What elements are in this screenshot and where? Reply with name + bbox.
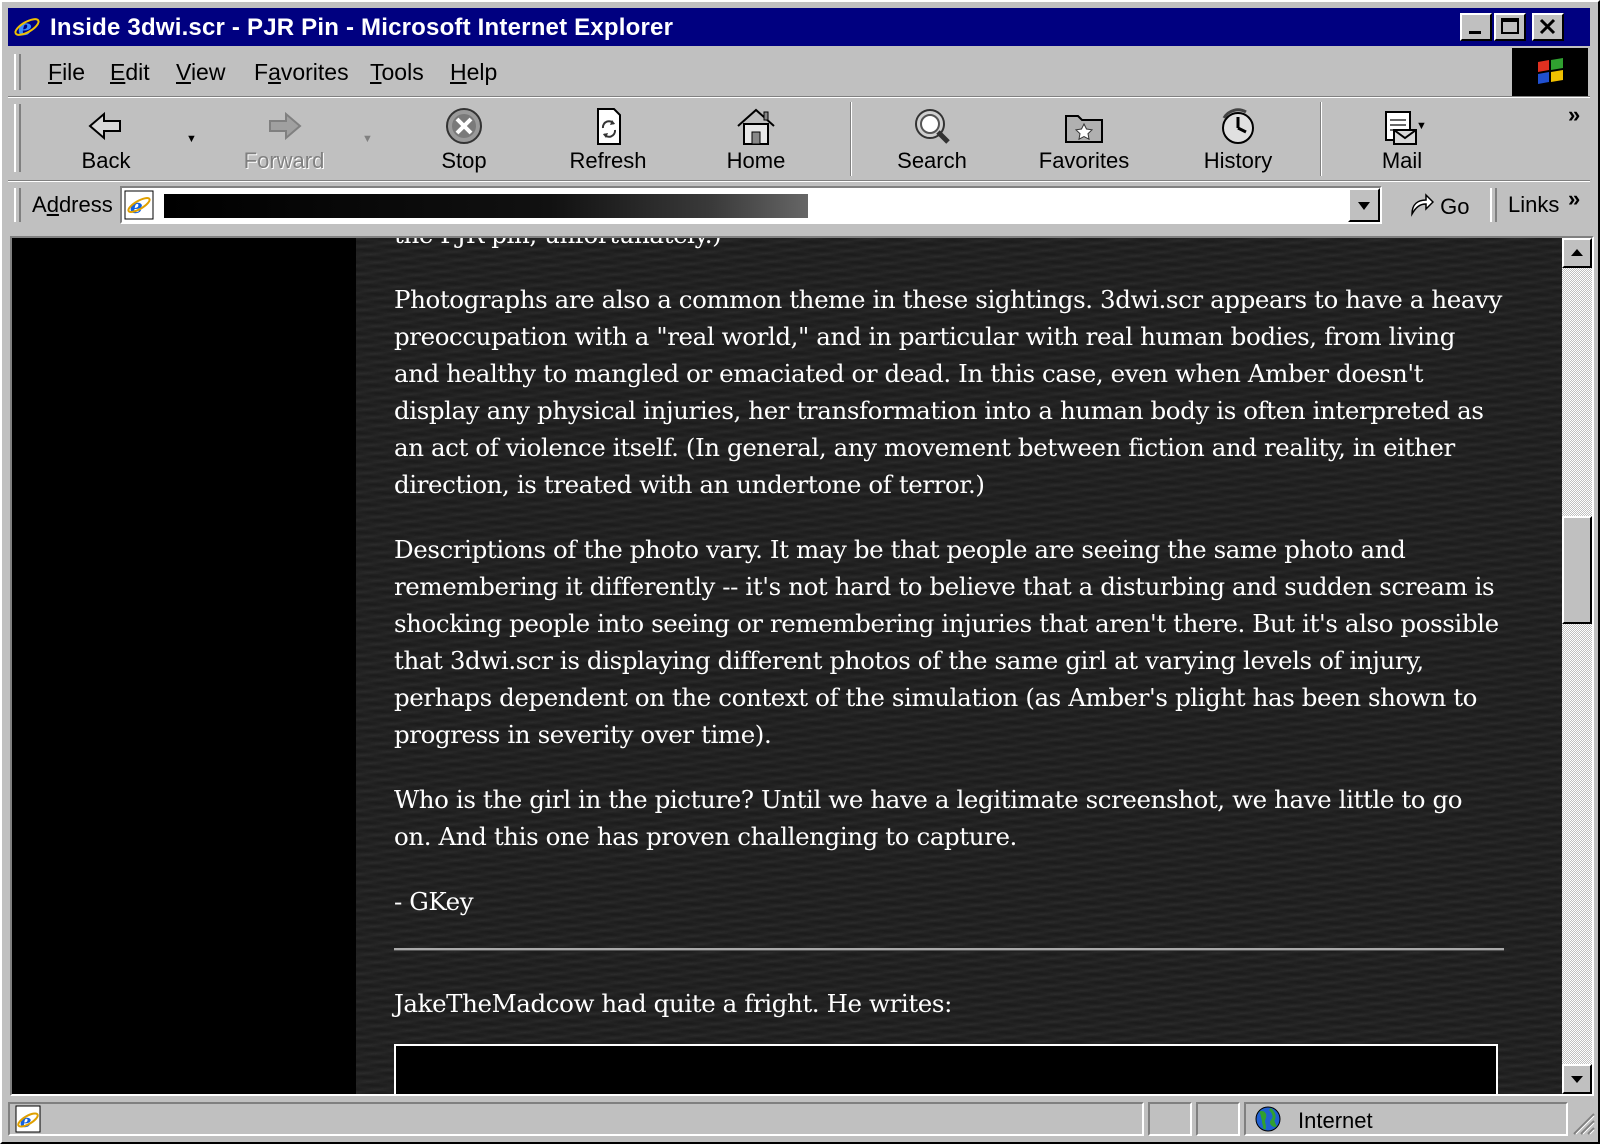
article-paragraph-jake: JakeTheMadcow had quite a fright. He wri… <box>394 989 952 1018</box>
article-column: the PJR pin, unfortunately.) Photographs… <box>356 238 1568 1094</box>
history-button[interactable]: History <box>1188 102 1288 176</box>
forward-arrow-icon <box>269 111 302 141</box>
menu-view[interactable]: View <box>176 59 225 86</box>
menu-grip[interactable] <box>14 54 21 90</box>
status-panel-security <box>1196 1102 1240 1136</box>
go-arrow-icon <box>1411 193 1435 217</box>
minimize-button[interactable] <box>1460 13 1492 41</box>
ie-logo-icon: e <box>14 15 40 41</box>
links-chevron-icon[interactable]: » <box>1568 186 1580 212</box>
mail-button[interactable]: Mail <box>1352 102 1452 176</box>
close-button[interactable] <box>1532 13 1564 41</box>
vertical-scrollbar[interactable] <box>1562 238 1592 1094</box>
address-dropdown-button[interactable] <box>1348 188 1380 222</box>
toolbar-overflow-chevron-icon[interactable]: » <box>1568 102 1580 128</box>
mail-dropdown-icon[interactable]: ▼ <box>1416 120 1427 132</box>
article-paragraph-descriptions: Descriptions of the photo vary. It may b… <box>394 535 1499 749</box>
history-icon <box>1222 108 1254 144</box>
history-label: History <box>1203 148 1273 173</box>
security-zone-label: Internet <box>1298 1108 1373 1133</box>
refresh-button[interactable]: Refresh <box>558 102 658 176</box>
status-bar: e Internet <box>8 1102 1595 1140</box>
links-label: Links <box>1508 192 1560 217</box>
scroll-up-arrow-icon <box>1571 249 1583 256</box>
search-icon <box>915 109 950 144</box>
back-dropdown-icon[interactable]: ▼ <box>186 133 197 145</box>
scroll-up-button[interactable] <box>1562 238 1592 268</box>
windows-logo-icon <box>1512 48 1588 96</box>
article-signature: - GKey <box>394 887 474 916</box>
refresh-icon <box>597 108 621 145</box>
chevron-down-icon <box>1358 202 1370 210</box>
internet-globe-icon <box>1255 1106 1281 1132</box>
address-url-redacted <box>164 194 808 218</box>
forward-button: Forward <box>234 102 334 176</box>
favorites-label: Favorites <box>1038 148 1130 173</box>
maximize-button[interactable] <box>1494 13 1526 41</box>
address-grip[interactable] <box>14 188 21 222</box>
favorites-button[interactable]: Favorites <box>1028 102 1140 176</box>
section-divider <box>394 948 1504 951</box>
svg-text:e: e <box>18 15 32 41</box>
favorites-folder-icon <box>1065 115 1103 143</box>
home-icon <box>737 108 775 145</box>
menu-bar: File Edit View Favorites Tools Help <box>8 48 1510 96</box>
back-button[interactable]: Back <box>60 102 152 176</box>
article-partial-line: the PJR pin, unfortunately.) <box>394 238 1504 253</box>
home-label: Home <box>726 148 786 173</box>
menu-tools[interactable]: Tools <box>370 59 424 86</box>
browser-window: e Inside 3dwi.scr - PJR Pin - Microsoft … <box>0 0 1600 1144</box>
home-button[interactable]: Home <box>708 102 804 176</box>
close-icon <box>1539 18 1556 35</box>
forward-label: Forward <box>243 148 325 173</box>
menu-toolbar-divider <box>8 96 1590 98</box>
page-viewport: the PJR pin, unfortunately.) Photographs… <box>10 236 1594 1096</box>
menu-favorites[interactable]: Favorites <box>254 59 349 86</box>
minimize-icon <box>1469 31 1481 34</box>
address-input[interactable]: e <box>120 186 1382 224</box>
toolbar-address-divider <box>8 180 1590 182</box>
stop-icon <box>446 108 482 144</box>
search-label: Search <box>897 148 967 173</box>
back-arrow-icon <box>88 111 121 141</box>
toolbar-grip[interactable] <box>14 104 21 172</box>
article-paragraph-who-is-the-girl: Who is the girl in the picture? Until we… <box>394 785 1463 851</box>
scroll-down-button[interactable] <box>1562 1064 1592 1094</box>
go-button[interactable]: Go <box>1408 192 1469 220</box>
quote-box <box>394 1044 1498 1094</box>
forward-dropdown-icon: ▼ <box>362 133 373 145</box>
toolbar-separator <box>850 102 852 176</box>
status-message-panel: e <box>8 1102 1144 1136</box>
status-zone-panel <box>1244 1102 1568 1136</box>
links-grip[interactable] <box>1490 188 1497 222</box>
address-label: Address <box>32 192 113 217</box>
back-label: Back <box>81 148 131 173</box>
scroll-thumb[interactable] <box>1562 516 1592 624</box>
refresh-label: Refresh <box>569 148 647 173</box>
status-ie-page-icon: e <box>15 1105 41 1133</box>
toolbar-separator-2 <box>1320 102 1322 176</box>
links-button[interactable]: Links <box>1508 192 1559 218</box>
stop-label: Stop <box>441 148 487 173</box>
window-title: Inside 3dwi.scr - PJR Pin - Microsoft In… <box>50 14 674 41</box>
menu-file[interactable]: File <box>48 59 85 86</box>
maximize-icon <box>1501 18 1519 34</box>
resize-grip-icon[interactable] <box>1570 1110 1596 1136</box>
scroll-down-arrow-icon <box>1571 1076 1583 1083</box>
search-button[interactable]: Search <box>882 102 982 176</box>
page-ie-icon: e <box>124 190 154 220</box>
status-panel-progress <box>1148 1102 1192 1136</box>
go-label: Go <box>1440 194 1470 219</box>
title-bar[interactable]: e Inside 3dwi.scr - PJR Pin - Microsoft … <box>8 8 1590 46</box>
left-black-column <box>12 238 356 1094</box>
stop-button[interactable]: Stop <box>418 102 510 176</box>
menu-edit[interactable]: Edit <box>110 59 150 86</box>
mail-label: Mail <box>1381 148 1423 173</box>
article-body: the PJR pin, unfortunately.) Photographs… <box>394 238 1504 1094</box>
article-paragraph-photographs: Photographs are also a common theme in t… <box>394 285 1502 499</box>
menu-help[interactable]: Help <box>450 59 497 86</box>
